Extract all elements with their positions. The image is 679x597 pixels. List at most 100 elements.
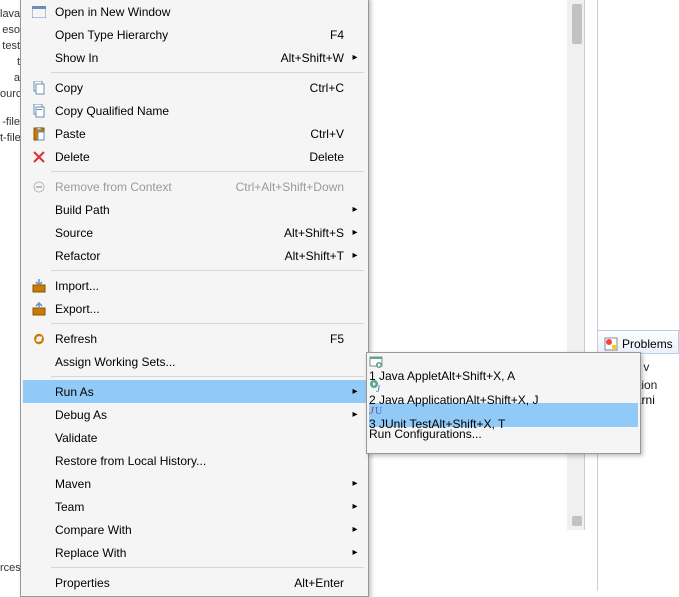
menu-item-shortcut: Alt+Shift+W: [281, 51, 344, 65]
menu-item-label: Copy Qualified Name: [55, 104, 344, 118]
menu-item-label: Refactor: [55, 249, 277, 263]
copy-icon: [29, 80, 49, 96]
menu-item-label: Show In: [55, 51, 273, 65]
menu-item-refactor[interactable]: Refactor Alt+Shift+T ▸: [23, 244, 366, 267]
menu-item-remove-from-context: Remove from Context Ctrl+Alt+Shift+Down: [23, 175, 366, 198]
menu-item-shortcut: Alt+Shift+T: [285, 249, 344, 263]
menu-item-validate[interactable]: Validate: [23, 426, 366, 449]
submenu-arrow-icon: ▸: [350, 250, 360, 261]
menu-item-run-as[interactable]: Run As ▸: [23, 380, 366, 403]
blank-icon: [29, 384, 49, 400]
blank-icon: [29, 430, 49, 446]
refresh-icon: [29, 331, 49, 347]
menu-item-shortcut: Alt+Shift+X, J: [466, 393, 539, 407]
menu-item-replace-with[interactable]: Replace With▸: [23, 541, 366, 564]
menu-item-label: Refresh: [55, 332, 322, 346]
menu-item-compare-with[interactable]: Compare With ▸: [23, 518, 366, 541]
import-icon: [29, 278, 49, 294]
window-icon: [29, 4, 49, 20]
delete-icon: [29, 149, 49, 165]
submenu-arrow-icon: ▸: [350, 501, 360, 512]
blank-icon: [29, 545, 49, 561]
submenu-arrow-icon: ▸: [350, 52, 360, 63]
svg-text:U: U: [375, 406, 383, 417]
menu-separator: [51, 376, 364, 377]
menu-item-shortcut: Alt+Shift+X, A: [441, 369, 515, 383]
submenu-arrow-icon: ▸: [350, 524, 360, 535]
menu-item-label: Compare With: [55, 523, 344, 537]
menu-separator: [51, 270, 364, 271]
blank-icon: [29, 453, 49, 469]
submenu-item-1-java-applet[interactable]: 1 Java AppletAlt+Shift+X, A: [369, 355, 638, 379]
menu-item-label: Open Type Hierarchy: [55, 28, 322, 42]
menu-item-export[interactable]: Export...: [23, 297, 366, 320]
paste-icon: [29, 126, 49, 142]
problems-tab[interactable]: Problems: [598, 330, 679, 354]
menu-item-label: Import...: [55, 279, 344, 293]
submenu-arrow-icon: ▸: [350, 478, 360, 489]
menu-item-shortcut: Alt+Shift+S: [284, 226, 344, 240]
menu-item-label: Validate: [55, 431, 344, 445]
menu-item-source[interactable]: SourceAlt+Shift+S▸: [23, 221, 366, 244]
menu-item-shortcut: Alt+Enter: [294, 576, 344, 590]
menu-item-assign-working-sets[interactable]: Assign Working Sets...: [23, 350, 366, 373]
blank-icon: [29, 575, 49, 591]
menu-item-shortcut: F5: [330, 332, 344, 346]
menu-item-label: 1 Java Applet: [369, 369, 441, 383]
package-explorer-fragment-bottom: rces: [0, 562, 20, 582]
blank-icon: [29, 499, 49, 515]
menu-item-label: Open in New Window: [55, 5, 344, 19]
menu-item-label: Properties: [55, 576, 286, 590]
menu-item-debug-as[interactable]: Debug As▸: [23, 403, 366, 426]
menu-item-maven[interactable]: Maven ▸: [23, 472, 366, 495]
menu-item-paste[interactable]: Paste Ctrl+V: [23, 122, 366, 145]
menu-item-label: Export...: [55, 302, 344, 316]
menu-item-show-in[interactable]: Show In Alt+Shift+W ▸: [23, 46, 366, 69]
menu-item-build-path[interactable]: Build Path▸: [23, 198, 366, 221]
scrollbar-thumb-bottom[interactable]: [572, 516, 582, 526]
menu-item-shortcut: Ctrl+C: [310, 81, 344, 95]
scrollbar-thumb[interactable]: [572, 4, 582, 44]
blank-icon: [29, 50, 49, 66]
menu-item-refresh[interactable]: Refresh F5: [23, 327, 366, 350]
menu-item-label: Remove from Context: [55, 180, 228, 194]
menu-item-label: Run As: [55, 385, 344, 399]
context-menu: Open in New Window Open Type Hierarchy F4…: [20, 0, 369, 597]
run-as-submenu: 1 Java AppletAlt+Shift+X, A J2 Java Appl…: [366, 352, 641, 454]
menu-item-open-type-hierarchy[interactable]: Open Type Hierarchy F4: [23, 23, 366, 46]
menu-item-copy-qualified-name[interactable]: Copy Qualified Name: [23, 99, 366, 122]
menu-item-label: Team: [55, 500, 344, 514]
menu-item-label: Delete: [55, 150, 301, 164]
blank-icon: [29, 476, 49, 492]
menu-item-team[interactable]: Team ▸: [23, 495, 366, 518]
menu-item-label: Restore from Local History...: [55, 454, 344, 468]
blank-icon: [29, 354, 49, 370]
submenu-arrow-icon: ▸: [350, 227, 360, 238]
menu-item-restore-from-local-history[interactable]: Restore from Local History...: [23, 449, 366, 472]
menu-item-delete[interactable]: DeleteDelete: [23, 145, 366, 168]
menu-item-shortcut: F4: [330, 28, 344, 42]
applet-icon: [369, 355, 638, 369]
menu-item-label: Paste: [55, 127, 302, 141]
blank-icon: [29, 27, 49, 43]
menu-item-import[interactable]: Import...: [23, 274, 366, 297]
menu-item-open-in-new-window[interactable]: Open in New Window: [23, 0, 366, 23]
problems-icon: [604, 337, 618, 351]
menu-item-label: 2 Java Application: [369, 393, 466, 407]
menu-item-shortcut: Ctrl+Alt+Shift+Down: [236, 180, 344, 194]
submenu-arrow-icon: ▸: [350, 386, 360, 397]
menu-separator: [51, 567, 364, 568]
menu-item-shortcut: Ctrl+V: [310, 127, 344, 141]
submenu-arrow-icon: ▸: [350, 204, 360, 215]
menu-item-label: Copy: [55, 81, 302, 95]
menu-item-label: Run Configurations...: [369, 427, 482, 441]
submenu-arrow-icon: ▸: [350, 409, 360, 420]
menu-item-copy[interactable]: Copy Ctrl+C: [23, 76, 366, 99]
menu-item-label: Maven: [55, 477, 344, 491]
problems-tab-label: Problems: [622, 337, 673, 351]
menu-separator: [51, 72, 364, 73]
blank-icon: [29, 522, 49, 538]
menu-separator: [51, 171, 364, 172]
menu-item-label: Assign Working Sets...: [55, 355, 344, 369]
menu-separator: [51, 323, 364, 324]
